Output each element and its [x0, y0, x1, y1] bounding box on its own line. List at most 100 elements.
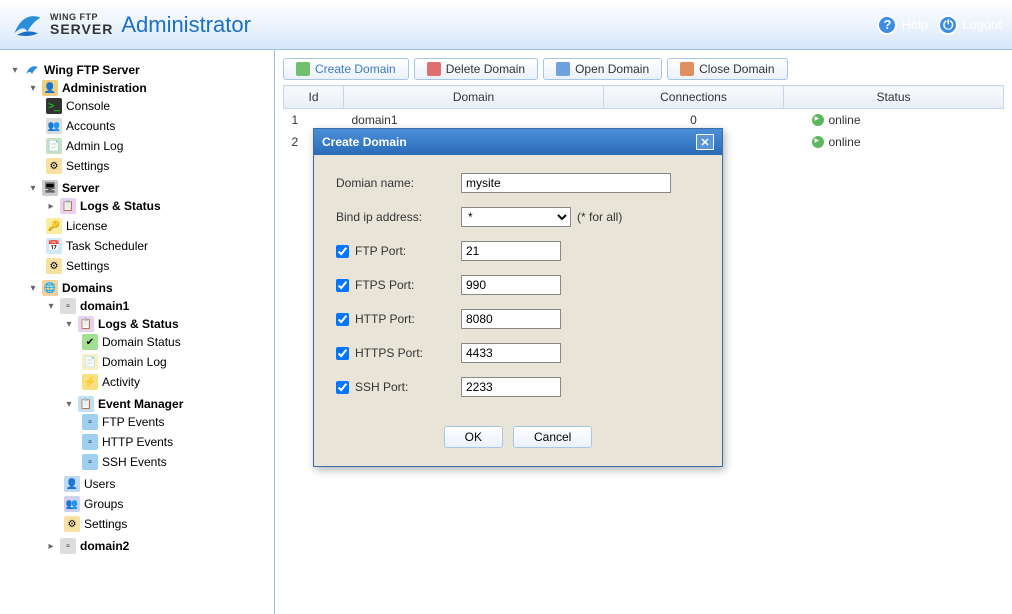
http-port-input[interactable]	[461, 309, 561, 329]
tree-label: Logs & Status	[80, 199, 161, 213]
content-area: Create Domain Delete Domain Open Domain …	[275, 50, 1012, 614]
tree-users[interactable]: 👤 Users	[64, 476, 269, 492]
ftps-label: FTPS Port:	[355, 278, 414, 292]
toggle-icon[interactable]: ▸	[46, 541, 56, 551]
https-port-input[interactable]	[461, 343, 561, 363]
event-icon: ▫	[82, 434, 98, 450]
event-icon: ▫	[82, 414, 98, 430]
ftp-port-input[interactable]	[461, 241, 561, 261]
groups-icon: 👥	[64, 496, 80, 512]
server-icon: 🖥	[42, 180, 58, 196]
domain-name-input[interactable]	[461, 173, 671, 193]
tree-domain2[interactable]: ▸▫domain2	[46, 538, 269, 554]
col-connections[interactable]: Connections	[604, 86, 784, 109]
tree-groups[interactable]: 👥 Groups	[64, 496, 269, 512]
tree-label: Groups	[84, 497, 123, 511]
tree-label: Activity	[102, 375, 140, 389]
logo: WING FTP SERVER	[10, 7, 113, 42]
tree-label: Domains	[62, 281, 113, 295]
event-icon: ▫	[82, 454, 98, 470]
top-bar: WING FTP SERVER Administrator ? Help ⏻ L…	[0, 0, 1012, 50]
ftps-port-input[interactable]	[461, 275, 561, 295]
col-status[interactable]: Status	[784, 86, 1004, 109]
wing-logo-icon	[10, 7, 45, 42]
button-label: Open Domain	[575, 62, 649, 76]
col-id[interactable]: Id	[284, 86, 344, 109]
tree-label: FTP Events	[102, 415, 164, 429]
logs-icon: 📋	[60, 198, 76, 214]
tree-label: domain2	[80, 539, 129, 553]
dialog-close-button[interactable]: ✕	[696, 134, 714, 150]
task-icon: 📅	[46, 238, 62, 254]
cell-status: online	[792, 113, 996, 127]
bind-ip-select[interactable]: *	[461, 207, 571, 227]
tree-license[interactable]: 🔑License	[46, 218, 269, 234]
toggle-icon[interactable]: ▾	[10, 65, 20, 75]
toggle-icon[interactable]: ▸	[46, 201, 56, 211]
logout-label: Logout	[962, 17, 1002, 32]
tree-activity[interactable]: ⚡Activity	[82, 374, 269, 390]
tree-label: Settings	[84, 517, 127, 531]
logout-link[interactable]: ⏻ Logout	[938, 15, 1002, 35]
https-checkbox[interactable]	[336, 347, 349, 360]
open-domain-button[interactable]: Open Domain	[543, 58, 662, 80]
toggle-icon[interactable]: ▾	[28, 183, 38, 193]
console-icon: >_	[46, 98, 62, 114]
toggle-icon[interactable]: ▾	[28, 283, 38, 293]
tree-root[interactable]: ▾Wing FTP Server	[10, 62, 269, 78]
toggle-icon[interactable]: ▾	[64, 399, 74, 409]
tree-server[interactable]: ▾🖥Server	[28, 180, 269, 196]
log-icon: 📄	[46, 138, 62, 154]
tree-task-scheduler[interactable]: 📅Task Scheduler	[46, 238, 269, 254]
tree-ftp-events[interactable]: ▫ FTP Events	[82, 414, 269, 430]
tree-domain-log[interactable]: 📄Domain Log	[82, 354, 269, 370]
settings-icon: ⚙	[64, 516, 80, 532]
tree-label: Settings	[66, 259, 109, 273]
domains-icon: 🌐	[42, 280, 58, 296]
delete-domain-button[interactable]: Delete Domain	[414, 58, 538, 80]
tree-label: Logs & Status	[98, 317, 179, 331]
tree-admin-log[interactable]: 📄Admin Log	[46, 138, 269, 154]
ssh-checkbox[interactable]	[336, 381, 349, 394]
ftps-checkbox[interactable]	[336, 279, 349, 292]
ok-button[interactable]: OK	[444, 426, 503, 448]
admin-icon: 👤	[42, 80, 58, 96]
create-domain-button[interactable]: Create Domain	[283, 58, 409, 80]
cancel-button[interactable]: Cancel	[513, 426, 592, 448]
logs-icon: 📋	[78, 316, 94, 332]
tree-domain-status[interactable]: ✔Domain Status	[82, 334, 269, 350]
tree-logs-status[interactable]: ▸ 📋 Logs & Status	[46, 198, 269, 214]
close-domain-button[interactable]: Close Domain	[667, 58, 787, 80]
dialog-titlebar[interactable]: Create Domain ✕	[314, 129, 722, 155]
tree-label: Users	[84, 477, 115, 491]
event-icon: 📋	[78, 396, 94, 412]
tree-console[interactable]: >_Console	[46, 98, 269, 114]
cell-status: online	[792, 135, 996, 149]
wing-icon	[24, 62, 40, 78]
toggle-icon[interactable]: ▾	[46, 301, 56, 311]
users-icon: 👤	[64, 476, 80, 492]
tree-label: License	[66, 219, 107, 233]
tree-ssh-events[interactable]: ▫SSH Events	[82, 454, 269, 470]
tree-domain1[interactable]: ▾▫domain1	[46, 298, 269, 314]
tree-event-manager[interactable]: ▾📋Event Manager	[64, 396, 269, 412]
toggle-icon[interactable]: ▾	[64, 319, 74, 329]
tree-label: Domain Status	[102, 335, 181, 349]
col-domain[interactable]: Domain	[344, 86, 604, 109]
settings-icon: ⚙	[46, 158, 62, 174]
http-checkbox[interactable]	[336, 313, 349, 326]
tree-settings-d1[interactable]: ⚙ Settings	[64, 516, 269, 532]
tree-accounts[interactable]: 👥Accounts	[46, 118, 269, 134]
toggle-icon[interactable]: ▾	[28, 83, 38, 93]
tree-http-events[interactable]: ▫HTTP Events	[82, 434, 269, 450]
tree-settings[interactable]: ⚙Settings	[46, 158, 269, 174]
tree-administration[interactable]: ▾👤Administration	[28, 80, 269, 96]
button-label: Delete Domain	[446, 62, 525, 76]
tree-settings-server[interactable]: ⚙Settings	[46, 258, 269, 274]
tree-domains[interactable]: ▾ 🌐 Domains	[28, 280, 269, 296]
ftp-checkbox[interactable]	[336, 245, 349, 258]
ssh-port-input[interactable]	[461, 377, 561, 397]
tree-logs-status-d1[interactable]: ▾ 📋 Logs & Status	[64, 316, 269, 332]
help-link[interactable]: ? Help	[877, 15, 928, 35]
tree-label: Domain Log	[102, 355, 167, 369]
